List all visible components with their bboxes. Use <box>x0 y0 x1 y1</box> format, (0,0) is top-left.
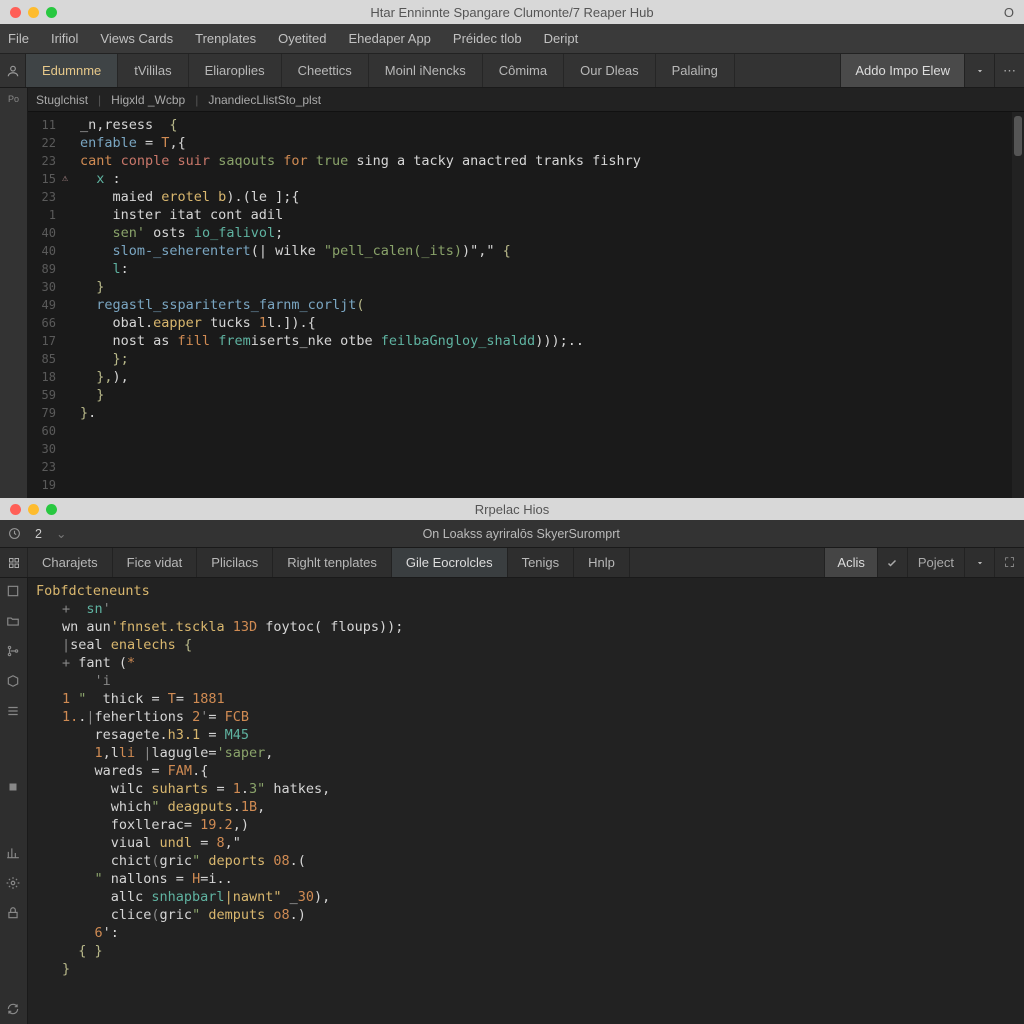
tab-ourdleas[interactable]: Our Dleas <box>564 54 656 87</box>
tab-eliaroplies[interactable]: Eliaroplies <box>189 54 282 87</box>
menu-irifiol[interactable]: Irifiol <box>51 31 78 46</box>
check-icon[interactable] <box>877 548 907 577</box>
chart-icon[interactable] <box>6 846 22 860</box>
gear-icon[interactable] <box>6 876 22 890</box>
layers-icon[interactable] <box>6 584 22 598</box>
traffic-lights-2 <box>10 504 57 515</box>
maximize-icon[interactable] <box>46 7 57 18</box>
menu-templates[interactable]: Trenplates <box>195 31 256 46</box>
menu-file[interactable]: File <box>8 31 29 46</box>
tab2-charajets[interactable]: Charajets <box>28 548 113 577</box>
menu-oyetited[interactable]: Oyetited <box>278 31 326 46</box>
tab2-plicilacs[interactable]: Plicilacs <box>197 548 273 577</box>
grid-icon[interactable] <box>0 548 28 577</box>
tab2-gile[interactable]: Gile Eocrolcles <box>392 548 508 577</box>
menu-deript[interactable]: Deript <box>544 31 579 46</box>
tab-palaling[interactable]: Palaling <box>656 54 735 87</box>
tab2-tenigs[interactable]: Tenigs <box>508 548 575 577</box>
code-area-1[interactable]: 1122231523140408930496617851859796030231… <box>28 112 1024 498</box>
tab2-hnlp[interactable]: Hnlp <box>574 548 630 577</box>
close-icon[interactable] <box>10 7 21 18</box>
menu-preidec[interactable]: Préidec tlob <box>453 31 522 46</box>
box-icon[interactable] <box>6 674 22 688</box>
window1-title-right: O <box>1004 5 1014 20</box>
clock-icon[interactable] <box>8 527 21 540</box>
aclis-button[interactable]: Aclis <box>824 548 876 577</box>
breadcrumb: Stuglchist | Higxld _Wcbp | JnandiecLlis… <box>28 88 1024 112</box>
gutter-icons: ⚠ <box>62 112 74 498</box>
lock-icon[interactable] <box>6 906 22 920</box>
sidebar2 <box>0 578 28 1024</box>
menu-ehedaper[interactable]: Ehedaper App <box>349 31 431 46</box>
more-icon[interactable]: ⋯ <box>994 54 1024 87</box>
crumb-1[interactable]: Higxld _Wcbp <box>111 93 185 107</box>
tab-comima[interactable]: Cômima <box>483 54 564 87</box>
crumb-2[interactable]: JnandiecLlistSto_plst <box>208 93 321 107</box>
maximize-icon[interactable] <box>46 504 57 515</box>
vertical-scrollbar[interactable] <box>1012 112 1024 498</box>
crumb-0[interactable]: Stuglchist <box>36 93 88 107</box>
tab-cheettics[interactable]: Cheettics <box>282 54 369 87</box>
refresh-icon[interactable] <box>6 1002 22 1016</box>
sidebar1: Po <box>0 88 28 498</box>
close-icon[interactable] <box>10 504 21 515</box>
editor1: Stuglchist | Higxld _Wcbp | JnandiecLlis… <box>28 88 1024 498</box>
folder-icon[interactable] <box>6 614 22 628</box>
list-icon[interactable] <box>6 704 22 718</box>
branch-icon[interactable] <box>6 644 22 658</box>
tab-edumnme[interactable]: Edumnme <box>26 54 118 87</box>
window1-titlebar: Htar Enninnte Spangare Clumonte/7 Reaper… <box>0 0 1024 24</box>
minimize-icon[interactable] <box>28 504 39 515</box>
tabbar2: Charajets Fice vidat Plicilacs Righlt te… <box>0 548 1024 578</box>
tabbar1: Edumnme tVililas Eliaroplies Cheettics M… <box>0 54 1024 88</box>
subbar-center: On Loakss ayriralōs SkyerSuromprt <box>80 527 962 541</box>
window2-titlebar: Rrpelac Hios <box>0 498 1024 520</box>
tab-tvililas[interactable]: tVililas <box>118 54 188 87</box>
window1-title: Htar Enninnte Spangare Clumonte/7 Reaper… <box>0 5 1024 20</box>
chevron-down-icon[interactable] <box>964 54 994 87</box>
caret-icon[interactable]: ⌄ <box>56 526 66 541</box>
code-area-2[interactable]: Fobfdcteneunts+ sn'wn aun'fnnset.tsckla … <box>28 578 1024 1024</box>
menubar: File Irifiol Views Cards Trenplates Oyet… <box>0 24 1024 54</box>
subbar-num: 2 <box>35 527 42 541</box>
window2-title: Rrpelac Hios <box>0 502 1024 517</box>
stop-icon[interactable] <box>6 780 22 794</box>
panel-icon[interactable]: Po <box>6 92 22 106</box>
project-label[interactable]: Poject <box>907 548 964 577</box>
menu-views[interactable]: Views Cards <box>100 31 173 46</box>
subbar: 2 ⌄ On Loakss ayriralōs SkyerSuromprt <box>0 520 1024 548</box>
tab2-ficevidat[interactable]: Fice vidat <box>113 548 198 577</box>
tab-moinl[interactable]: Moinl iNencks <box>369 54 483 87</box>
chevron-down-icon[interactable] <box>964 548 994 577</box>
minimize-icon[interactable] <box>28 7 39 18</box>
traffic-lights <box>10 7 57 18</box>
expand-icon[interactable]: ⛶ <box>994 548 1024 577</box>
tab2-righlt[interactable]: Righlt tenplates <box>273 548 392 577</box>
addo-impo-button[interactable]: Addo Impo Elew <box>840 54 964 87</box>
gutter: 1122231523140408930496617851859796030231… <box>28 112 62 498</box>
user-icon[interactable] <box>0 54 26 87</box>
